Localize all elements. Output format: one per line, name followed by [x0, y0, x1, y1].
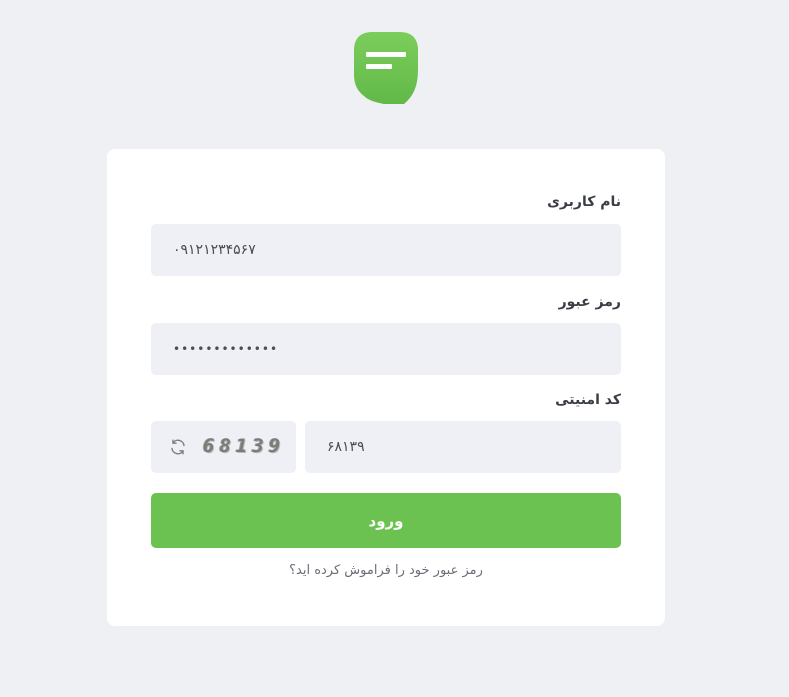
refresh-icon[interactable]: [169, 438, 187, 456]
username-input[interactable]: [151, 224, 621, 276]
captcha-input[interactable]: [305, 421, 621, 473]
chat-bubble-icon: [354, 32, 418, 104]
app-logo: [352, 30, 420, 106]
captcha-image: 68139: [151, 421, 296, 473]
forgot-password-link[interactable]: رمز عبور خود را فراموش کرده اید؟: [107, 563, 665, 578]
login-card: نام کاربری رمز عبور کد امنیتی 68139 ورود…: [107, 149, 665, 626]
password-input[interactable]: [151, 323, 621, 375]
login-button[interactable]: ورود: [151, 493, 621, 548]
username-label: نام کاربری: [547, 194, 621, 210]
password-label: رمز عبور: [558, 294, 621, 310]
captcha-code: 68139: [203, 435, 286, 457]
captcha-label: کد امنیتی: [555, 392, 621, 408]
